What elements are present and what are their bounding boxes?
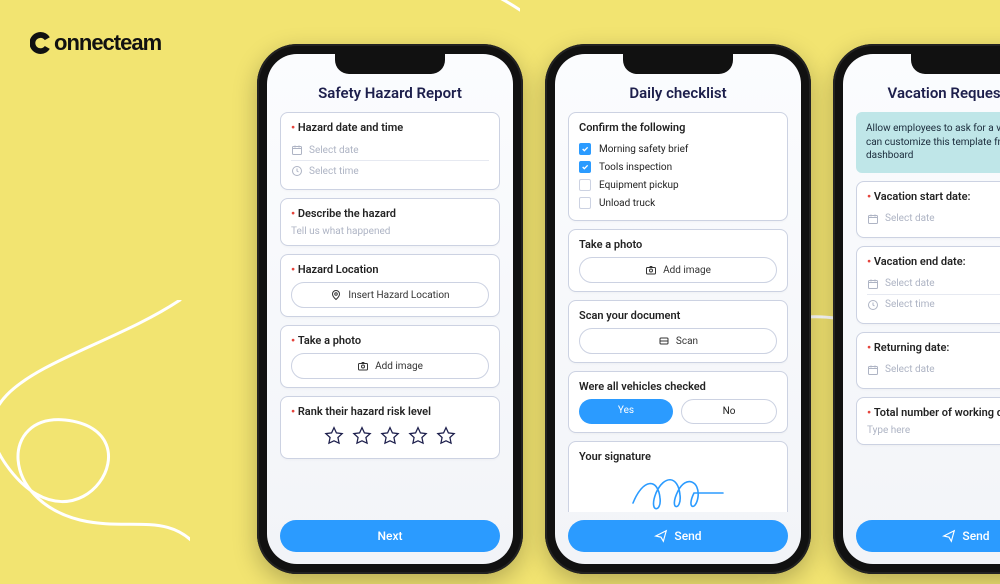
star-icon[interactable] xyxy=(352,426,372,446)
page-title: Vacation Request Form xyxy=(856,84,1000,102)
end-date-placeholder: Select date xyxy=(885,278,935,289)
days-missed-input[interactable]: Type here xyxy=(867,425,1000,436)
camera-icon xyxy=(357,360,369,372)
checkbox-tools-inspection[interactable]: Tools inspection xyxy=(579,158,777,176)
checkbox-unload-truck[interactable]: Unload truck xyxy=(579,194,777,212)
calendar-icon xyxy=(291,144,303,156)
select-date-placeholder: Select date xyxy=(309,145,359,156)
checkbox-icon xyxy=(579,179,591,191)
field-label-describe: Describe the hazard xyxy=(291,207,489,220)
calendar-icon xyxy=(867,278,879,290)
phone-notch xyxy=(911,54,1000,74)
days-missed-label: Total number of working days missed: xyxy=(867,406,1000,419)
phone-vacation-request: Vacation Request Form Allow employees to… xyxy=(833,44,1000,574)
checkbox-label: Unload truck xyxy=(599,198,655,209)
field-label-photo: Take a photo xyxy=(291,334,489,347)
describe-input[interactable]: Tell us what happened xyxy=(291,226,489,237)
signature-pad[interactable] xyxy=(579,469,777,512)
add-image-button[interactable]: Add image xyxy=(291,353,489,379)
scan-label: Scan your document xyxy=(579,309,777,322)
select-date-input[interactable]: Select date xyxy=(291,140,489,160)
signature-label: Your signature xyxy=(579,450,777,463)
return-date-input[interactable]: Select date xyxy=(867,360,1000,380)
camera-icon xyxy=(645,264,657,276)
yes-button[interactable]: Yes xyxy=(579,399,673,424)
checkbox-icon xyxy=(579,143,591,155)
star-icon[interactable] xyxy=(408,426,428,446)
clock-icon xyxy=(291,165,303,177)
checkbox-icon xyxy=(579,197,591,209)
info-banner: Allow employees to ask for a vacation. Y… xyxy=(856,112,1000,173)
add-image-button[interactable]: Add image xyxy=(579,257,777,283)
return-date-placeholder: Select date xyxy=(885,364,935,375)
clock-icon xyxy=(867,299,879,311)
scan-icon xyxy=(658,335,670,347)
phone-notch xyxy=(335,54,445,74)
return-date-label: Returning date: xyxy=(867,341,1000,354)
send-icon xyxy=(942,529,956,543)
confirm-label: Confirm the following xyxy=(579,121,777,134)
star-rating[interactable] xyxy=(291,424,489,450)
end-time-placeholder: Select time xyxy=(885,299,935,310)
add-image-label: Add image xyxy=(375,361,423,372)
send-button[interactable]: Send xyxy=(856,520,1000,552)
star-icon[interactable] xyxy=(436,426,456,446)
add-image-label: Add image xyxy=(663,265,711,276)
svg-text:onnecteam: onnecteam xyxy=(54,30,162,55)
field-label-hazard-datetime: Hazard date and time xyxy=(291,121,489,134)
phone-notch xyxy=(623,54,733,74)
checkbox-label: Morning safety brief xyxy=(599,144,688,155)
select-time-placeholder: Select time xyxy=(309,166,359,177)
bg-ribbon-left xyxy=(0,300,190,580)
start-date-placeholder: Select date xyxy=(885,213,935,224)
scan-btn-label: Scan xyxy=(676,336,698,347)
star-icon[interactable] xyxy=(324,426,344,446)
checkbox-equipment-pickup[interactable]: Equipment pickup xyxy=(579,176,777,194)
checkbox-label: Equipment pickup xyxy=(599,180,679,191)
end-date-input[interactable]: Select date xyxy=(867,274,1000,294)
brand-logo: onnecteam xyxy=(30,28,210,58)
start-date-input[interactable]: Select date xyxy=(867,209,1000,229)
send-button[interactable]: Send xyxy=(568,520,788,552)
star-icon[interactable] xyxy=(380,426,400,446)
checkbox-label: Tools inspection xyxy=(599,162,672,173)
pin-icon xyxy=(330,289,342,301)
page-title: Daily checklist xyxy=(568,84,788,102)
no-button[interactable]: No xyxy=(681,399,777,424)
location-input[interactable]: Insert Hazard Location xyxy=(291,282,489,308)
field-label-location: Hazard Location xyxy=(291,263,489,276)
start-date-label: Vacation start date: xyxy=(867,190,1000,203)
location-placeholder: Insert Hazard Location xyxy=(348,290,449,301)
calendar-icon xyxy=(867,213,879,225)
calendar-icon xyxy=(867,364,879,376)
vehicles-label: Were all vehicles checked xyxy=(579,380,777,393)
field-label-rank: Rank their hazard risk level xyxy=(291,405,489,418)
next-button[interactable]: Next xyxy=(280,520,500,552)
scan-button[interactable]: Scan xyxy=(579,328,777,354)
phone-daily-checklist: Daily checklist Confirm the following Mo… xyxy=(545,44,811,574)
send-icon xyxy=(654,529,668,543)
checkbox-icon xyxy=(579,161,591,173)
page-title: Safety Hazard Report xyxy=(280,84,500,102)
checkbox-morning-brief[interactable]: Morning safety brief xyxy=(579,140,777,158)
select-time-input[interactable]: Select time xyxy=(291,160,489,181)
end-date-label: Vacation end date: xyxy=(867,255,1000,268)
phone-safety-hazard: Safety Hazard Report Hazard date and tim… xyxy=(257,44,523,574)
photo-label: Take a photo xyxy=(579,238,777,251)
end-time-input[interactable]: Select time xyxy=(867,294,1000,315)
